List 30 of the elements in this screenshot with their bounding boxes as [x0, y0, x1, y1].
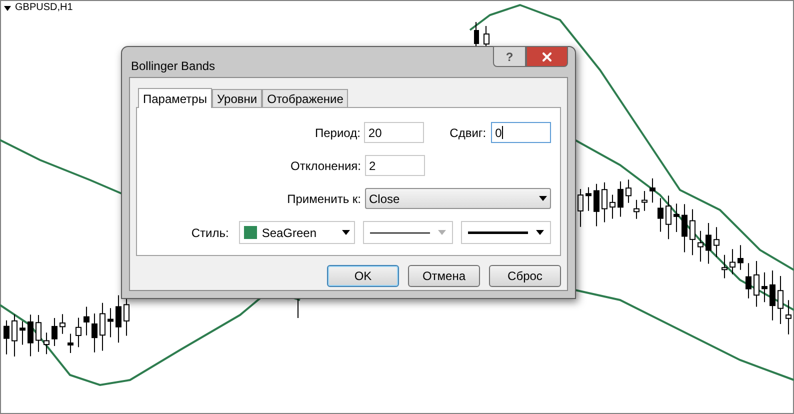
field-label: Отклонения:: [290, 158, 362, 174]
apply-to-dropdown[interactable]: Close: [365, 188, 551, 209]
field-label: Применить к:: [286, 190, 362, 208]
caret-icon: [342, 230, 350, 235]
field-label: Сдвиг:: [448, 124, 488, 142]
text-cursor: [502, 126, 503, 139]
line-dropdown[interactable]: [363, 221, 453, 244]
line-sample-icon: [468, 230, 528, 234]
color-dropdown[interactable]: SeaGreen: [238, 221, 355, 244]
window-title: Bollinger Bands: [131, 58, 216, 75]
close-icon: [540, 50, 554, 64]
dialog-button[interactable]: OK: [327, 265, 399, 287]
text-field[interactable]: 20: [364, 122, 424, 143]
text-field[interactable]: 2: [365, 155, 425, 176]
field-label: Стиль:: [190, 224, 230, 242]
line-sample-icon: [370, 230, 430, 234]
color-name: SeaGreen: [262, 224, 318, 242]
dialog-button[interactable]: Сброс: [489, 265, 561, 287]
chart-title: GBPUSD,H1: [15, 3, 73, 13]
text-field[interactable]: 0: [491, 122, 551, 143]
close-button[interactable]: [526, 46, 568, 67]
field-label: Период:: [314, 124, 362, 142]
dialog-button[interactable]: Отмена: [408, 265, 480, 287]
line-dropdown[interactable]: [461, 221, 551, 244]
help-button[interactable]: ?: [493, 46, 526, 67]
caret-icon: [539, 196, 547, 201]
tab[interactable]: Параметры: [138, 88, 212, 108]
tab[interactable]: Отображение: [262, 89, 348, 107]
tab[interactable]: Уровни: [212, 89, 262, 107]
triangle-icon: [4, 6, 11, 10]
